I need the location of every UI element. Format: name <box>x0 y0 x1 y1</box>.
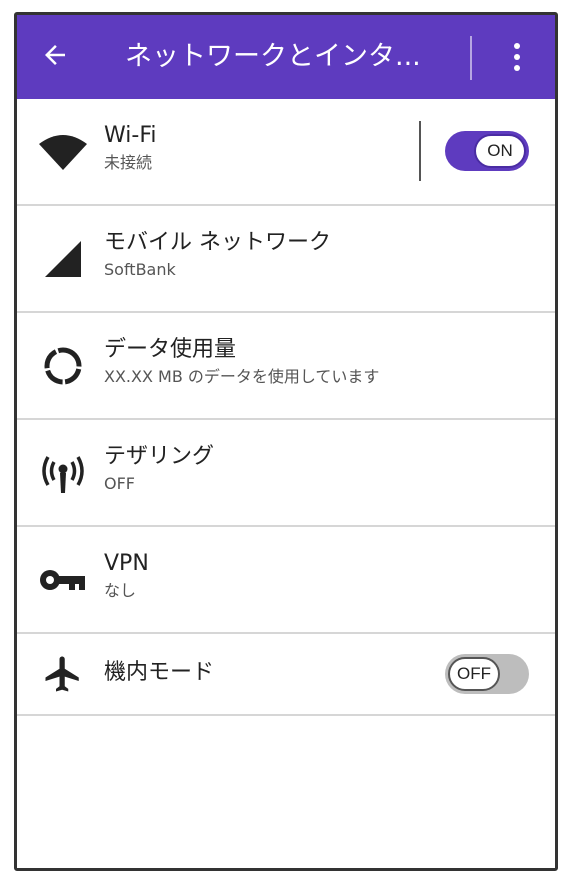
airplane-mode-toggle[interactable]: OFF <box>445 654 529 694</box>
setting-subtitle: なし <box>104 581 137 600</box>
setting-row-wifi[interactable]: Wi-Fi 未接続 ON <box>17 99 555 206</box>
setting-title: VPN <box>104 551 149 576</box>
setting-title: データ使用量 <box>104 337 237 362</box>
setting-row-vpn[interactable]: VPN なし <box>17 527 555 634</box>
setting-title: テザリング <box>104 444 215 469</box>
airplane-icon <box>37 634 89 714</box>
tethering-icon <box>37 420 89 525</box>
cellular-signal-icon <box>37 206 89 311</box>
setting-subtitle: OFF <box>104 474 135 493</box>
setting-row-tethering[interactable]: テザリング OFF <box>17 420 555 527</box>
back-button[interactable] <box>33 35 77 79</box>
wifi-toggle[interactable]: ON <box>445 131 529 171</box>
setting-title: モバイル ネットワーク <box>104 230 331 255</box>
toggle-label: OFF <box>448 657 500 691</box>
setting-row-mobile-network[interactable]: モバイル ネットワーク SoftBank <box>17 206 555 313</box>
more-vert-icon <box>514 43 520 71</box>
vpn-key-icon <box>37 527 89 632</box>
more-options-button[interactable] <box>497 35 537 79</box>
arrow-back-icon <box>40 40 70 74</box>
row-divider <box>419 121 421 181</box>
setting-row-data-usage[interactable]: データ使用量 XX.XX MB のデータを使用しています <box>17 313 555 420</box>
page-title: ネットワークとインタ... <box>125 41 421 72</box>
setting-title: Wi-Fi <box>104 123 157 148</box>
wifi-icon <box>37 99 89 204</box>
toggle-label: ON <box>474 134 526 168</box>
appbar-divider <box>470 36 472 80</box>
setting-subtitle: SoftBank <box>104 260 176 279</box>
settings-list: Wi-Fi 未接続 ON モバイル ネットワーク SoftBank データ使用量… <box>17 99 555 716</box>
phone-screen: ネットワークとインタ... Wi-Fi 未接続 ON モバイル ネットワーク S… <box>14 12 558 871</box>
setting-subtitle: 未接続 <box>104 153 153 172</box>
setting-subtitle: XX.XX MB のデータを使用しています <box>104 367 380 386</box>
setting-row-airplane-mode[interactable]: 機内モード OFF <box>17 634 555 716</box>
app-bar: ネットワークとインタ... <box>17 15 555 99</box>
setting-title: 機内モード <box>104 660 215 685</box>
data-usage-icon <box>37 313 89 418</box>
